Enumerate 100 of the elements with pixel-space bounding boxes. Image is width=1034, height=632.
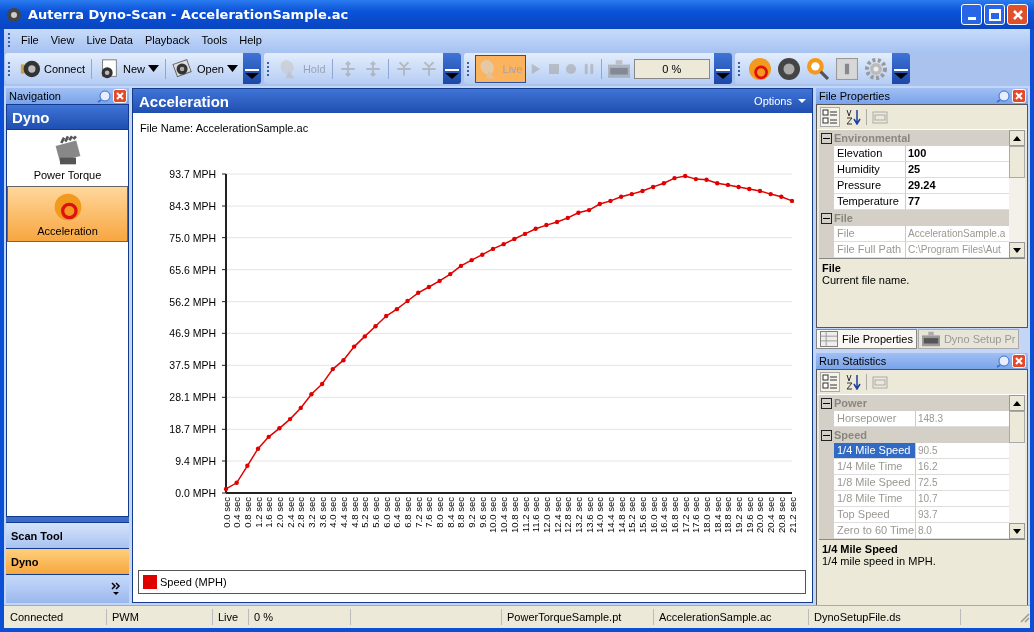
menu-item[interactable]: File bbox=[15, 34, 45, 46]
scrollbar[interactable] bbox=[1009, 395, 1025, 539]
property-value: 29.24 bbox=[906, 178, 1009, 194]
overflow-button[interactable] bbox=[442, 53, 461, 84]
overflow-button[interactable] bbox=[891, 53, 910, 84]
chevron-icon bbox=[244, 69, 259, 79]
collapse-icon[interactable] bbox=[821, 212, 832, 224]
data-point bbox=[768, 191, 773, 197]
category-label: File bbox=[834, 212, 853, 224]
arrows-icon bbox=[419, 59, 438, 78]
axis-label: 3.6 sec bbox=[316, 497, 328, 528]
chevron-icon bbox=[444, 69, 459, 79]
data-point bbox=[234, 480, 239, 485]
scroll-thumb[interactable] bbox=[1009, 411, 1025, 443]
navigation-group-button[interactable]: Scan Tool bbox=[6, 522, 129, 548]
data-point bbox=[576, 210, 581, 215]
chevron-icon[interactable] bbox=[111, 582, 121, 596]
panel-title: File Properties bbox=[819, 90, 890, 102]
collapse-icon[interactable] bbox=[821, 429, 832, 441]
scroll-thumb[interactable] bbox=[1009, 146, 1025, 178]
navigation-group-button[interactable]: Dyno bbox=[6, 548, 129, 574]
overflow-button[interactable] bbox=[713, 53, 732, 84]
axis-label: 9.6 sec bbox=[476, 497, 488, 528]
pin-icon[interactable] bbox=[996, 354, 1010, 368]
data-point bbox=[533, 226, 538, 231]
toolbar-button[interactable]: Connect bbox=[16, 54, 88, 83]
axis-label: 7.2 sec bbox=[412, 497, 424, 528]
data-point bbox=[618, 194, 624, 199]
axis-label: 19.2 sec bbox=[733, 497, 745, 533]
property-pages-icon bbox=[872, 374, 888, 390]
menu-item[interactable]: Playback bbox=[138, 34, 196, 46]
close-icon[interactable] bbox=[113, 89, 127, 103]
property-name[interactable]: 1/4 Mile Speed bbox=[834, 443, 916, 459]
data-point bbox=[416, 290, 421, 295]
options-menu-button[interactable]: Options bbox=[754, 95, 792, 107]
pause-icon bbox=[582, 62, 595, 75]
property-value: 72.5 bbox=[916, 475, 1009, 491]
axis-label: 3.2 sec bbox=[305, 497, 317, 528]
switch-icon bbox=[835, 57, 858, 80]
search-icon bbox=[806, 57, 829, 80]
menu-item[interactable]: Tools bbox=[195, 34, 234, 46]
axis-label: 14.4 sec bbox=[604, 497, 616, 533]
close-icon bbox=[1011, 8, 1024, 21]
toolbar-button[interactable]: Open bbox=[169, 54, 241, 83]
arrows-icon bbox=[363, 59, 382, 78]
data-point bbox=[255, 446, 261, 451]
property-value: 148.3 bbox=[916, 411, 1009, 427]
axis-label: 4.0 sec bbox=[327, 497, 339, 528]
axis-label: 21.2 sec bbox=[786, 497, 798, 533]
close-icon[interactable] bbox=[1012, 89, 1026, 103]
property-name[interactable]: Pressure bbox=[834, 178, 906, 194]
data-point bbox=[704, 177, 709, 182]
sort-button[interactable] bbox=[843, 372, 863, 392]
collapse-icon[interactable] bbox=[821, 132, 832, 144]
maximize-button[interactable] bbox=[984, 4, 1005, 25]
minimize-button[interactable] bbox=[961, 4, 982, 25]
property-name[interactable]: Humidity bbox=[834, 162, 906, 178]
minimize-icon bbox=[967, 17, 976, 20]
axis-label: 20.4 sec bbox=[765, 497, 777, 533]
navigation-item[interactable]: Acceleration bbox=[7, 186, 128, 242]
axis-label: 16.0 sec bbox=[647, 497, 659, 533]
menu-item[interactable]: Help bbox=[233, 34, 268, 46]
panel-tab[interactable]: File Properties bbox=[816, 329, 917, 349]
axis-label: 6.0 sec bbox=[380, 497, 392, 528]
axis-label: 19.6 sec bbox=[743, 497, 755, 533]
toolbar-button[interactable]: New bbox=[95, 54, 162, 83]
data-point bbox=[640, 188, 645, 194]
panel-title: Navigation bbox=[9, 90, 61, 102]
property-name[interactable]: Temperature bbox=[834, 194, 906, 210]
caret-icon[interactable] bbox=[798, 98, 806, 104]
categorized-icon bbox=[822, 374, 838, 390]
axis-label: 8.0 sec bbox=[434, 497, 446, 528]
close-icon[interactable] bbox=[1012, 354, 1026, 368]
axis-label: 93.7 MPH bbox=[169, 168, 216, 180]
axis-label: 13.6 sec bbox=[583, 497, 595, 533]
chevron-icon bbox=[715, 69, 730, 79]
data-point bbox=[448, 271, 453, 277]
close-button[interactable] bbox=[1007, 4, 1028, 25]
data-point bbox=[319, 381, 325, 387]
axis-label: 56.2 MPH bbox=[169, 295, 216, 308]
pin-icon[interactable] bbox=[97, 89, 111, 103]
property-value: C:\Program Files\Aut bbox=[906, 242, 1009, 258]
overflow-button[interactable] bbox=[242, 53, 261, 84]
axis-label: 12.4 sec bbox=[551, 497, 563, 533]
collapse-icon[interactable] bbox=[821, 397, 832, 409]
scrollbar[interactable] bbox=[1009, 130, 1025, 258]
data-point bbox=[298, 405, 303, 411]
category-label: Speed bbox=[834, 429, 867, 441]
property-name[interactable]: Elevation bbox=[834, 146, 906, 162]
sort-button[interactable] bbox=[843, 107, 863, 127]
pin-icon[interactable] bbox=[996, 89, 1010, 103]
menu-item[interactable]: View bbox=[44, 34, 81, 46]
data-point bbox=[650, 184, 656, 190]
data-point bbox=[362, 334, 368, 339]
menu-item[interactable]: Live Data bbox=[80, 34, 139, 46]
axis-label: 9.4 MPH bbox=[175, 455, 216, 467]
axis-label: 37.5 MPH bbox=[169, 359, 216, 372]
window-title: Auterra Dyno-Scan - AccelerationSample.ac bbox=[28, 7, 350, 22]
play-icon bbox=[529, 62, 542, 75]
data-point bbox=[309, 392, 314, 397]
